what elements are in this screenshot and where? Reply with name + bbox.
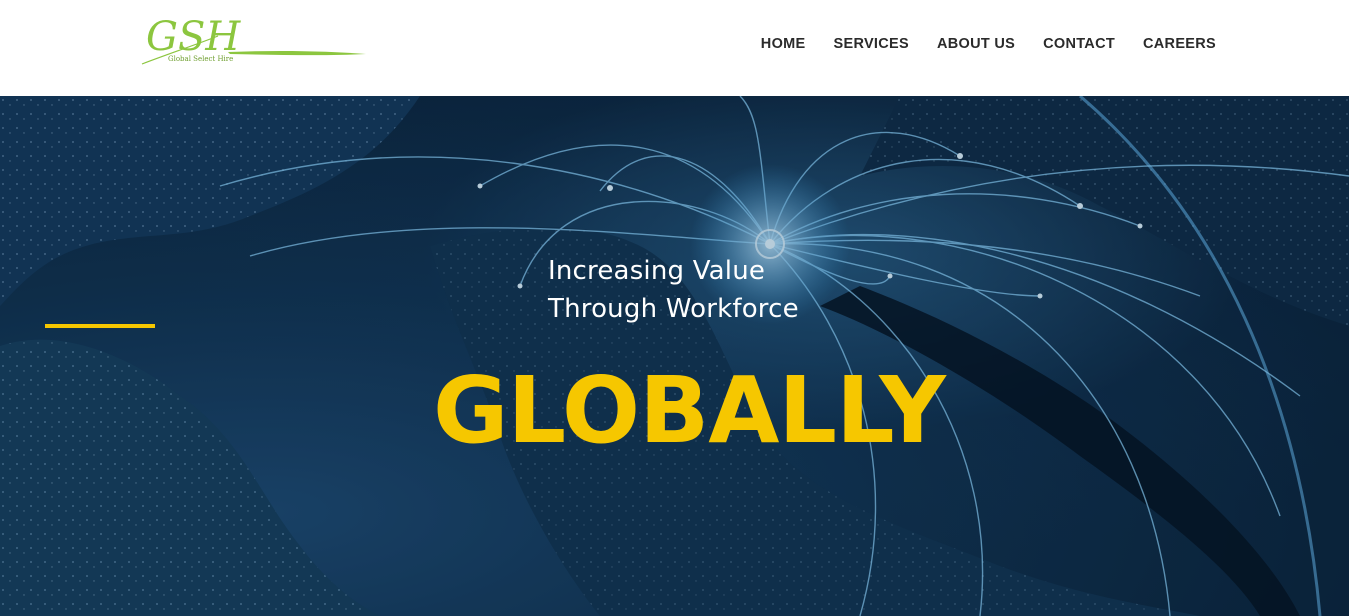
main-nav: HOME SERVICES ABOUT US CONTACT CAREERS [761, 36, 1216, 52]
nav-about-us[interactable]: ABOUT US [937, 36, 1015, 52]
hero-headline: GLOBALLY [433, 357, 946, 464]
site-header: GSH Global Select Hire HOME SERVICES ABO… [0, 0, 1349, 96]
nav-careers[interactable]: CAREERS [1143, 36, 1216, 52]
nav-home[interactable]: HOME [761, 36, 806, 52]
nav-services[interactable]: SERVICES [834, 36, 909, 52]
accent-divider [45, 324, 155, 328]
gsh-logo[interactable]: GSH Global Select Hire [138, 14, 370, 70]
tagline-line-1: Increasing Value [548, 256, 766, 286]
logo-subtext: Global Select Hire [168, 55, 233, 63]
hero-tagline: Increasing Value Through Workforce [548, 252, 799, 328]
logo-monogram: GSH [146, 14, 241, 60]
tagline-line-2: Through Workforce [548, 294, 799, 324]
nav-contact[interactable]: CONTACT [1043, 36, 1115, 52]
hero-section: Increasing Value Through Workforce GLOBA… [0, 96, 1349, 616]
